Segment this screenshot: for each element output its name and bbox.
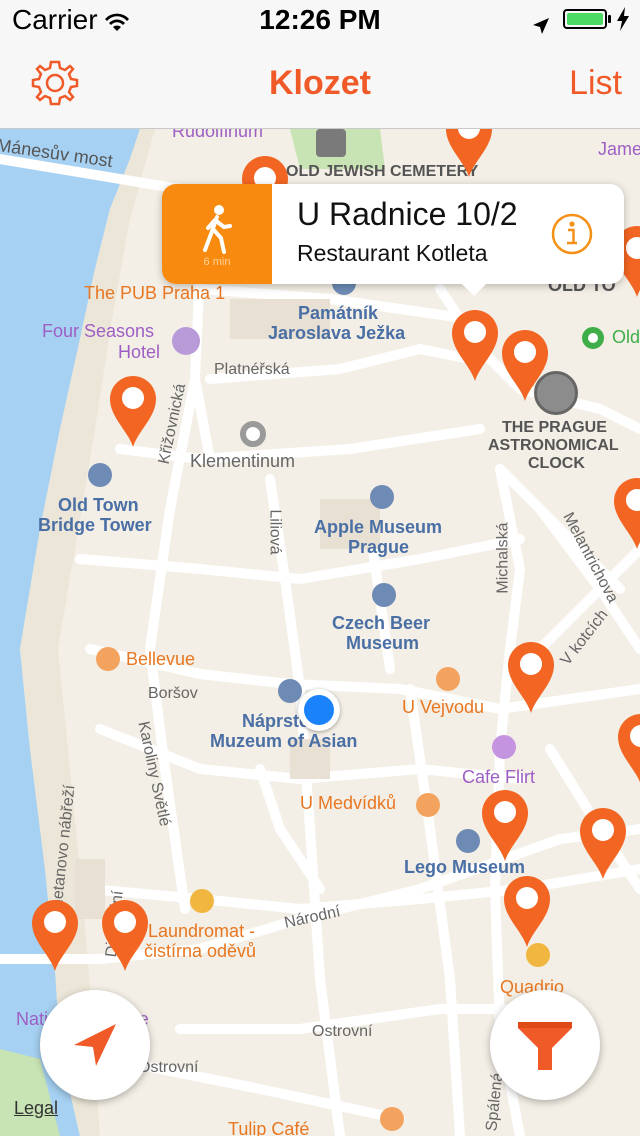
toilet-pin[interactable] [30,899,80,973]
user-location-dot [298,689,340,731]
landmark-dot-icon [240,421,266,447]
callout-pointer [460,282,488,296]
map-label: Bridge Tower [38,515,152,535]
battery-tip [608,15,611,23]
map-label: Cafe Flirt [462,767,536,787]
map-label: Old [612,327,640,347]
map-label: James [598,139,640,159]
charging-bolt-icon [616,6,630,38]
map-label: Apple Museum [314,517,443,537]
map-label: Michalská [494,522,512,594]
map-label: ASTRONOMICAL [488,437,619,454]
map-label: Tulip Café [228,1119,310,1136]
toilet-pin[interactable] [444,129,494,179]
map-label: čistírna oděvů [144,941,257,961]
restaurant-icon [380,1107,404,1131]
museum-icon [370,485,394,509]
filter-funnel-icon [518,1022,572,1070]
map-label: The PUB Praha 1 [84,283,226,303]
location-services-icon [532,10,550,42]
hotel-icon [172,327,200,355]
museum-icon [372,583,396,607]
map-label: Rudolfinum [172,129,264,141]
museum-icon [278,679,302,703]
toilet-pin[interactable] [502,875,552,949]
page-title: Klozet [269,64,371,102]
restaurant-icon [436,667,460,691]
callout-place-name: Restaurant Kotleta [297,240,488,266]
battery-icon [563,9,607,29]
synagogue-icon [316,129,346,157]
map-label: Klementinum [190,451,296,471]
map-label: Four Seasons [42,321,155,341]
map-label: THE PRAGUE [502,419,607,436]
filter-button[interactable] [490,990,600,1100]
map-label: Old Town [58,495,139,515]
brewery-icon [416,793,440,817]
toilet-pin[interactable] [500,329,550,403]
toilet-callout[interactable]: 6 min U Radnice 10/2 Restaurant Kotleta [162,184,624,296]
locate-me-button[interactable] [40,990,150,1100]
map-label: Ostrovní [312,1023,373,1040]
park-icon [582,327,604,349]
info-icon[interactable] [550,212,594,256]
map-label: Bellevue [126,649,196,669]
list-button[interactable]: List [569,64,622,103]
legal-link[interactable]: Legal [14,1098,58,1119]
walk-time-label: 6 min [203,256,231,268]
map-label: Laundromat - [148,921,256,941]
walking-directions-button[interactable]: 6 min [162,184,272,284]
bar-icon [492,735,516,759]
callout-address: U Radnice 10/2 [297,196,518,232]
location-arrow-icon [74,1024,116,1066]
map-label: Museum [346,633,420,653]
map-label: Muzeum of Asian [210,731,358,751]
map-label: Boršov [148,685,198,702]
map-label: Jaroslava Ježka [268,323,406,343]
toilet-pin[interactable] [450,309,500,383]
toilet-pin[interactable] [108,375,158,449]
map-label: Czech Beer [332,613,431,633]
museum-icon [88,463,112,487]
map-label: U Medvídků [300,793,397,813]
status-bar: Carrier 12:26 PM [0,0,640,40]
toilet-pin[interactable] [612,477,640,551]
toilet-pin[interactable] [480,789,530,863]
navigation-bar: Klozet List [0,40,640,129]
map-label: Liliová [266,509,284,555]
toilet-pin[interactable] [578,807,628,881]
museum-icon [456,829,480,853]
laundry-icon [190,889,214,913]
map-label: Prague [348,537,410,557]
toilet-pin[interactable] [100,899,150,973]
map-label: Hotel [118,342,161,362]
map-label: U Vejvodu [402,697,485,717]
toilet-pin[interactable] [506,641,556,715]
walking-person-icon [203,205,232,254]
map-label: Památník [298,303,379,323]
map-label: Platnéřská [214,361,290,378]
toilet-pin[interactable] [616,713,640,787]
restaurant-icon [96,647,120,671]
map-label: CLOCK [528,455,585,472]
